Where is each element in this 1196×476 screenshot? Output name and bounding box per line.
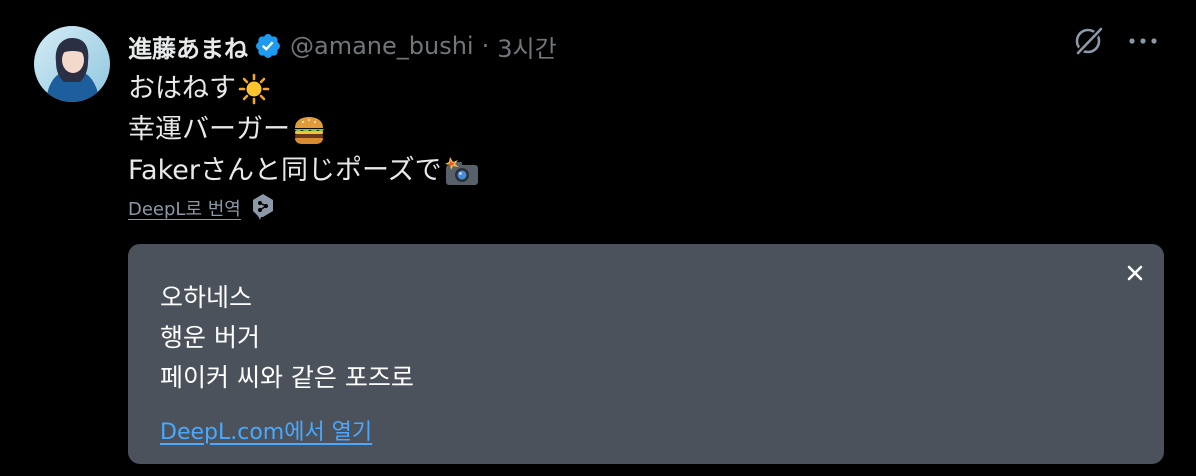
translated-line: 오하네스 <box>160 283 253 312</box>
translate-row: DeepL로 번역 <box>128 192 277 224</box>
deepl-logo-icon <box>249 192 277 224</box>
tweet: 進藤あまね @amane_bushi · 3시간 おはねす 幸運バーガー Fak… <box>0 0 1196 476</box>
translated-text: 오하네스 행운 버거 페이커 씨와 같은 포즈로 <box>160 278 414 398</box>
tweet-line-text: 幸運バーガー <box>128 114 290 145</box>
tweet-header: 進藤あまね @amane_bushi · 3시간 <box>128 26 557 66</box>
tweet-line-text: Fakerさんと同じポーズで <box>128 155 442 186</box>
burger-emoji-icon <box>292 114 326 146</box>
avatar-image <box>34 26 110 102</box>
timestamp[interactable]: 3시간 <box>497 29 556 64</box>
separator-dot: · <box>481 32 490 60</box>
translated-line: 행운 버거 <box>160 323 260 352</box>
tweet-text: おはねす 幸運バーガー Fakerさんと同じポーズで <box>128 68 480 191</box>
open-in-deepl-link[interactable]: DeepL.com에서 열기 <box>160 414 372 446</box>
tweet-top-actions <box>1072 24 1158 58</box>
close-icon[interactable] <box>1124 262 1146 284</box>
camera-flash-emoji-icon <box>444 155 480 187</box>
sun-emoji-icon <box>238 73 270 105</box>
tweet-line: Fakerさんと同じポーズで <box>128 150 480 191</box>
tweet-line-text: おはねす <box>128 73 236 104</box>
tweet-line: 幸運バーガー <box>128 109 480 150</box>
translated-line: 페이커 씨와 같은 포즈로 <box>160 363 414 392</box>
tweet-line: おはねす <box>128 68 480 109</box>
avatar[interactable] <box>34 26 110 102</box>
more-options-icon[interactable] <box>1128 36 1158 46</box>
verified-badge-icon <box>254 32 282 60</box>
grok-icon[interactable] <box>1072 24 1106 58</box>
display-name[interactable]: 進藤あまね <box>128 29 248 64</box>
translation-card: 오하네스 행운 버거 페이커 씨와 같은 포즈로 DeepL.com에서 열기 <box>128 244 1164 464</box>
user-handle[interactable]: @amane_bushi <box>290 32 474 60</box>
translate-with-deepl-link[interactable]: DeepL로 번역 <box>128 195 241 221</box>
